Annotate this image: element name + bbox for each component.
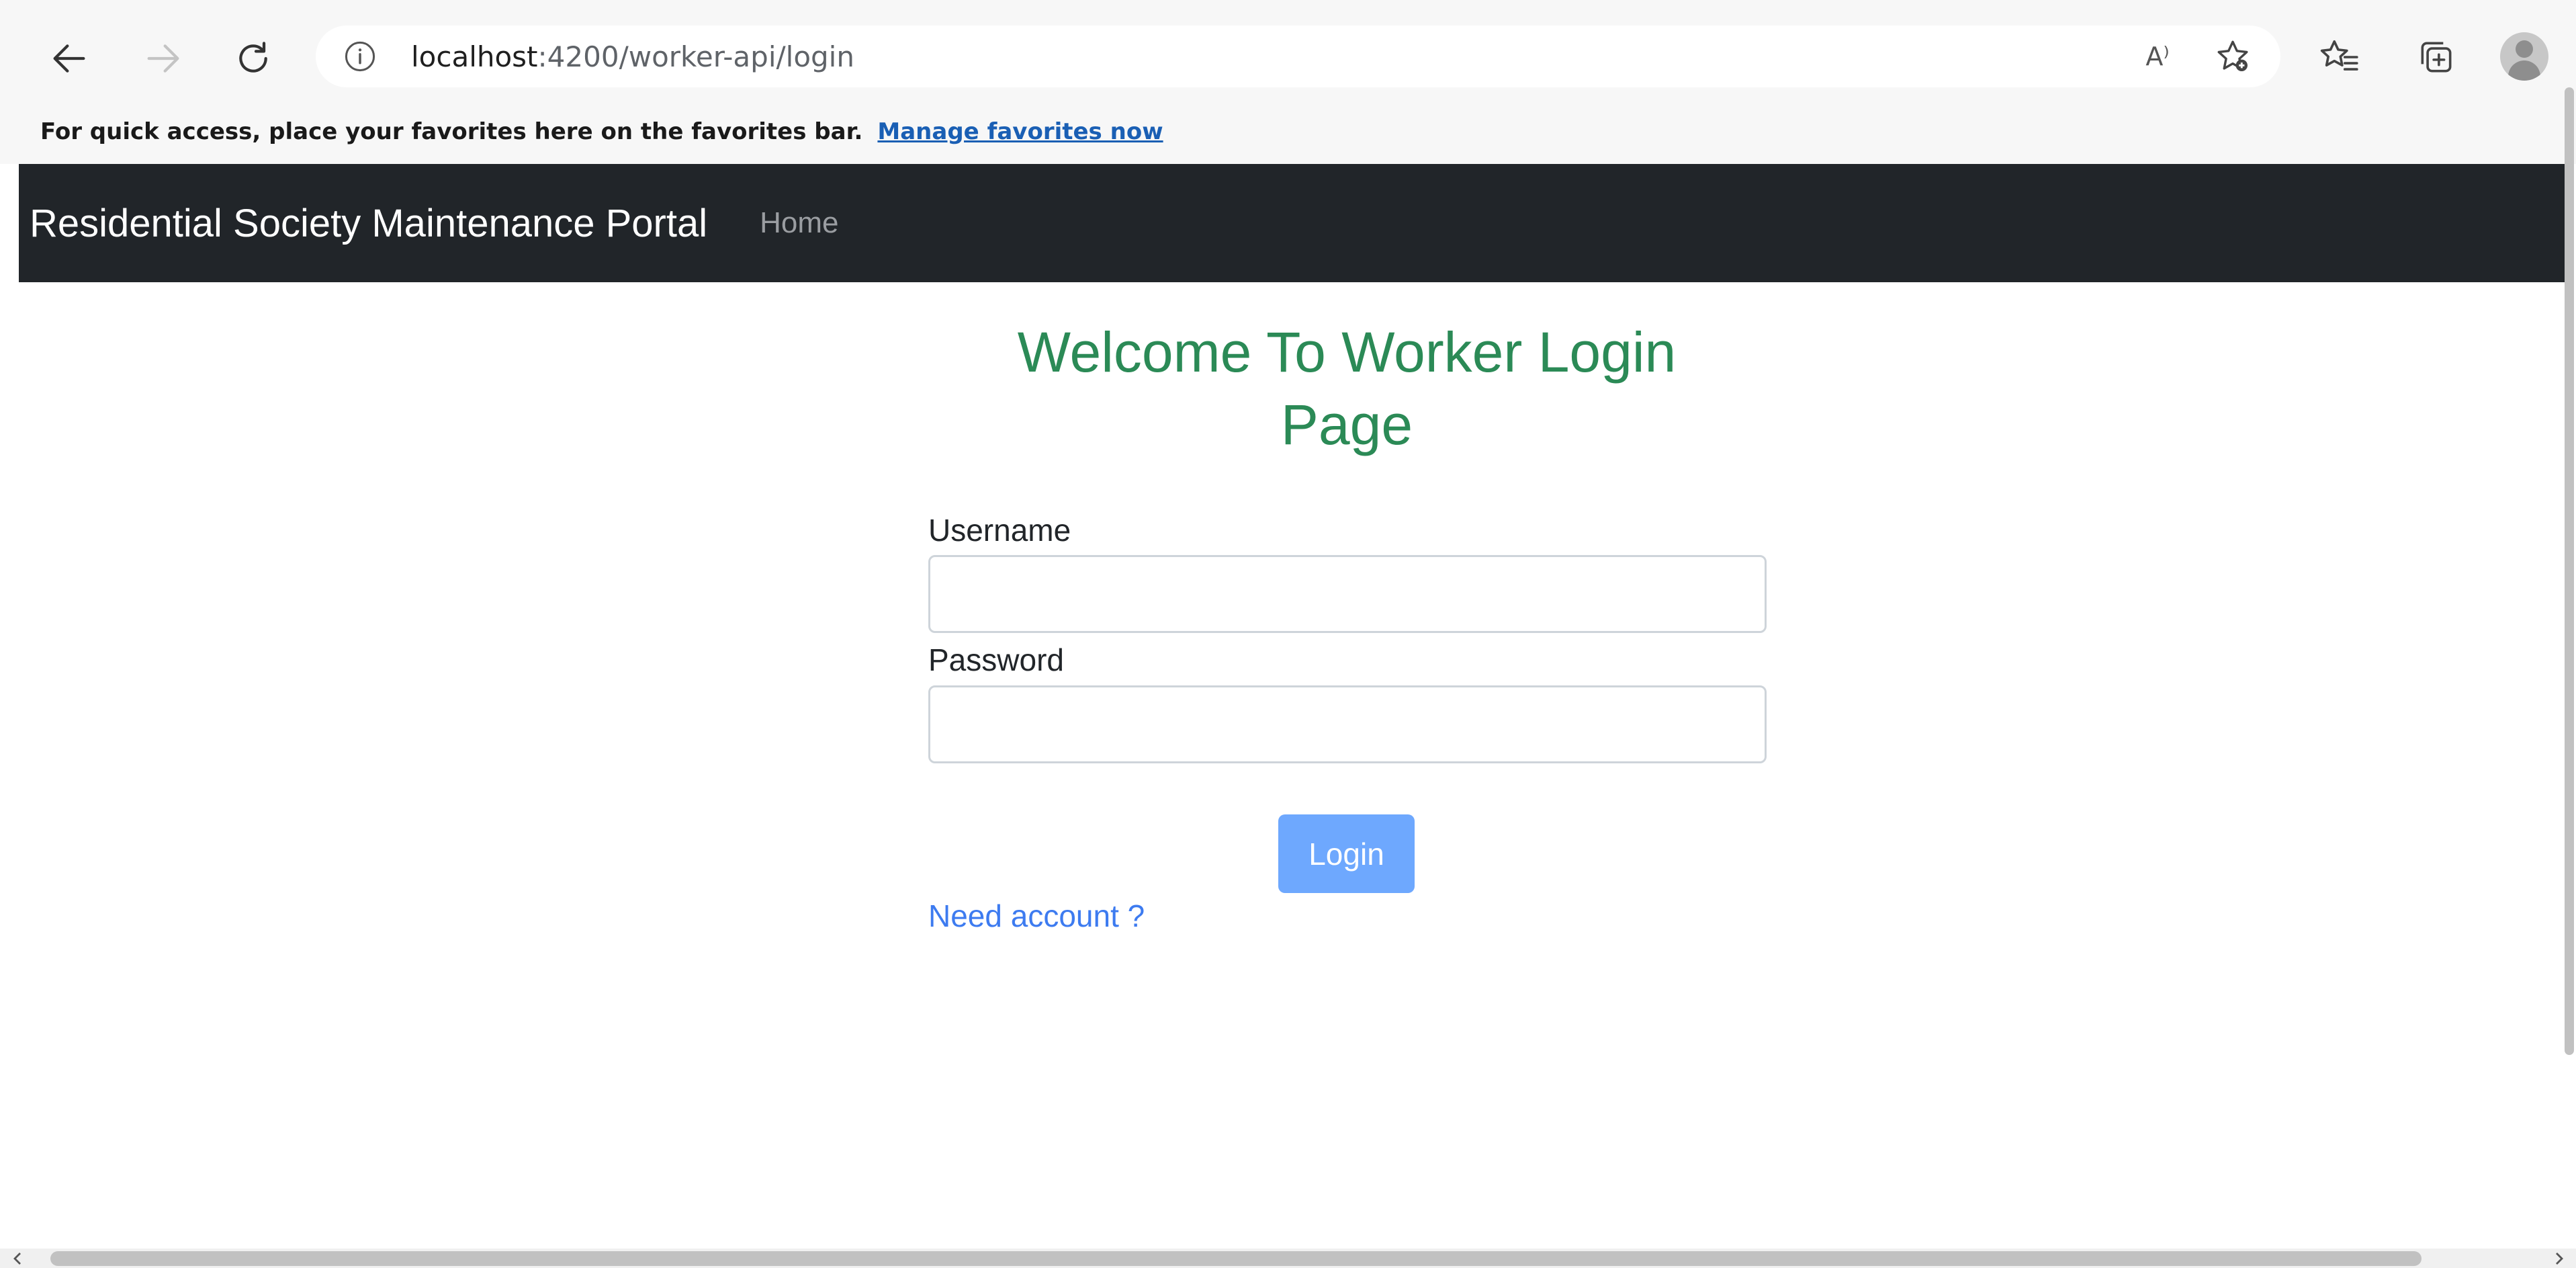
back-button[interactable] [39, 28, 99, 89]
navbar-brand[interactable]: Residential Society Maintenance Portal [30, 201, 707, 246]
url-path: :4200/worker-api/login [537, 40, 854, 73]
collections-icon[interactable] [2413, 34, 2460, 81]
page-title: Welcome To Worker Login Page [893, 316, 1800, 461]
arrow-left-icon [53, 44, 85, 73]
login-button[interactable]: Login [1278, 814, 1415, 893]
scroll-left-arrow[interactable] [4, 1249, 31, 1268]
profile-avatar[interactable] [2500, 32, 2548, 81]
forward-button[interactable] [133, 28, 193, 89]
arrow-right-icon [147, 44, 179, 73]
password-label: Password [928, 642, 1064, 677]
browser-toolbar: localhost:4200/worker-api/login A⁾ [0, 0, 2576, 111]
username-label: Username [928, 513, 1071, 548]
manage-favorites-link[interactable]: Manage favorites now [877, 118, 1163, 145]
add-favorite-icon[interactable] [2213, 36, 2253, 77]
refresh-button[interactable] [223, 28, 283, 89]
url-host: localhost [411, 40, 538, 73]
nav-home-link[interactable]: Home [760, 206, 838, 240]
avatar-body [2508, 60, 2540, 81]
url-text[interactable]: localhost:4200/worker-api/login [411, 40, 854, 73]
app-navbar: Residential Society Maintenance Portal H… [19, 164, 2568, 282]
address-bar[interactable]: localhost:4200/worker-api/login A⁾ [316, 26, 2280, 87]
password-input[interactable] [928, 685, 1767, 763]
chevron-right-icon [2556, 1252, 2563, 1265]
horizontal-scrollbar-thumb[interactable] [50, 1251, 2422, 1266]
username-input[interactable] [928, 555, 1767, 633]
vertical-scrollbar[interactable] [2565, 87, 2574, 1055]
read-aloud-icon[interactable]: A⁾ [2137, 36, 2178, 77]
favorites-message: For quick access, place your favorites h… [40, 118, 863, 145]
chevron-left-icon [13, 1252, 21, 1265]
scroll-right-arrow[interactable] [2546, 1249, 2573, 1268]
need-account-link[interactable]: Need account ? [928, 898, 1145, 934]
avatar-head [2516, 40, 2533, 58]
favorites-icon[interactable] [2316, 34, 2363, 81]
page-title-line1: Welcome To Worker Login [1017, 321, 1677, 384]
page-title-line2: Page [1280, 393, 1413, 456]
favorites-bar: For quick access, place your favorites h… [0, 99, 2576, 164]
site-info-icon[interactable] [343, 39, 377, 74]
refresh-icon [239, 42, 267, 73]
